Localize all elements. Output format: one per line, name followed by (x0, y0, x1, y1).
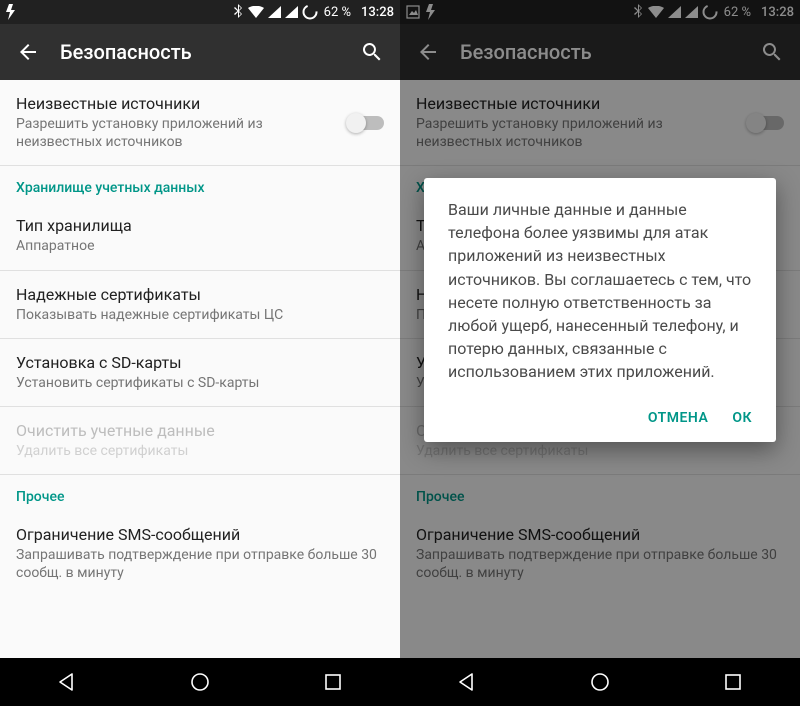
app-bar: Безопасность (0, 24, 400, 80)
circle-home-icon (589, 671, 611, 693)
circle-home-icon (189, 671, 211, 693)
dialog-ok-button[interactable]: ОК (732, 410, 752, 426)
loading-icon (302, 4, 318, 20)
dialog-body: Ваши личные данные и данные телефона бол… (448, 198, 752, 384)
status-bar: 62 % 13:28 (0, 0, 400, 24)
item-title: Тип хранилища (16, 216, 384, 235)
install-sd-item[interactable]: Установка с SD-карты Установить сертифик… (0, 339, 400, 406)
dialog-cancel-button[interactable]: ОТМЕНА (648, 410, 708, 426)
unknown-sources-item[interactable]: Неизвестные источники Разрешить установк… (0, 80, 400, 165)
nav-recent-button[interactable] (693, 671, 773, 693)
triangle-back-icon (456, 671, 478, 693)
confirm-dialog: Ваши личные данные и данные телефона бол… (424, 178, 776, 442)
item-subtitle: Разрешить установку приложений из неизве… (16, 115, 336, 151)
search-icon (360, 40, 384, 64)
nav-bar (400, 658, 800, 706)
nav-bar (0, 658, 400, 706)
storage-type-item[interactable]: Тип хранилища Аппаратное (0, 202, 400, 269)
settings-list: Неизвестные источники Разрешить установк… (0, 80, 400, 658)
item-subtitle: Удалить все сертификаты (16, 442, 384, 460)
item-subtitle: Показывать надежные сертификаты ЦС (16, 306, 384, 324)
clock-text: 13:28 (361, 5, 394, 20)
section-credentials: Хранилище учетных данных (0, 166, 400, 202)
item-title: Ограничение SMS-сообщений (16, 525, 384, 544)
item-subtitle: Установить сертификаты с SD-карты (16, 374, 384, 392)
item-title: Очистить учетные данные (16, 421, 384, 440)
clear-creds-item: Очистить учетные данные Удалить все серт… (0, 407, 400, 474)
wifi-icon (248, 6, 264, 18)
sms-limit-item[interactable]: Ограничение SMS-сообщений Запрашивать по… (0, 511, 400, 596)
section-other: Прочее (0, 475, 400, 511)
trusted-certs-item[interactable]: Надежные сертификаты Показывать надежные… (0, 271, 400, 338)
nav-home-button[interactable] (560, 671, 640, 693)
square-recent-icon (722, 671, 744, 693)
back-button[interactable] (8, 32, 48, 72)
nav-home-button[interactable] (160, 671, 240, 693)
item-title: Надежные сертификаты (16, 285, 384, 304)
unknown-sources-toggle[interactable] (348, 116, 384, 130)
item-subtitle: Запрашивать подтверждение при отправке б… (16, 546, 384, 582)
bluetooth-icon (234, 4, 244, 20)
battery-text: 62 % (324, 5, 351, 20)
nav-recent-button[interactable] (293, 671, 373, 693)
nav-back-button[interactable] (427, 671, 507, 693)
nav-back-button[interactable] (27, 671, 107, 693)
page-title: Безопасность (60, 40, 352, 64)
triangle-back-icon (56, 671, 78, 693)
arrow-left-icon (16, 40, 40, 64)
signal-icon (268, 6, 281, 18)
signal-icon (285, 6, 298, 18)
item-title: Неизвестные источники (16, 94, 336, 113)
flash-icon (6, 4, 16, 20)
search-button[interactable] (352, 32, 392, 72)
item-subtitle: Аппаратное (16, 237, 384, 255)
item-title: Установка с SD-карты (16, 353, 384, 372)
square-recent-icon (322, 671, 344, 693)
